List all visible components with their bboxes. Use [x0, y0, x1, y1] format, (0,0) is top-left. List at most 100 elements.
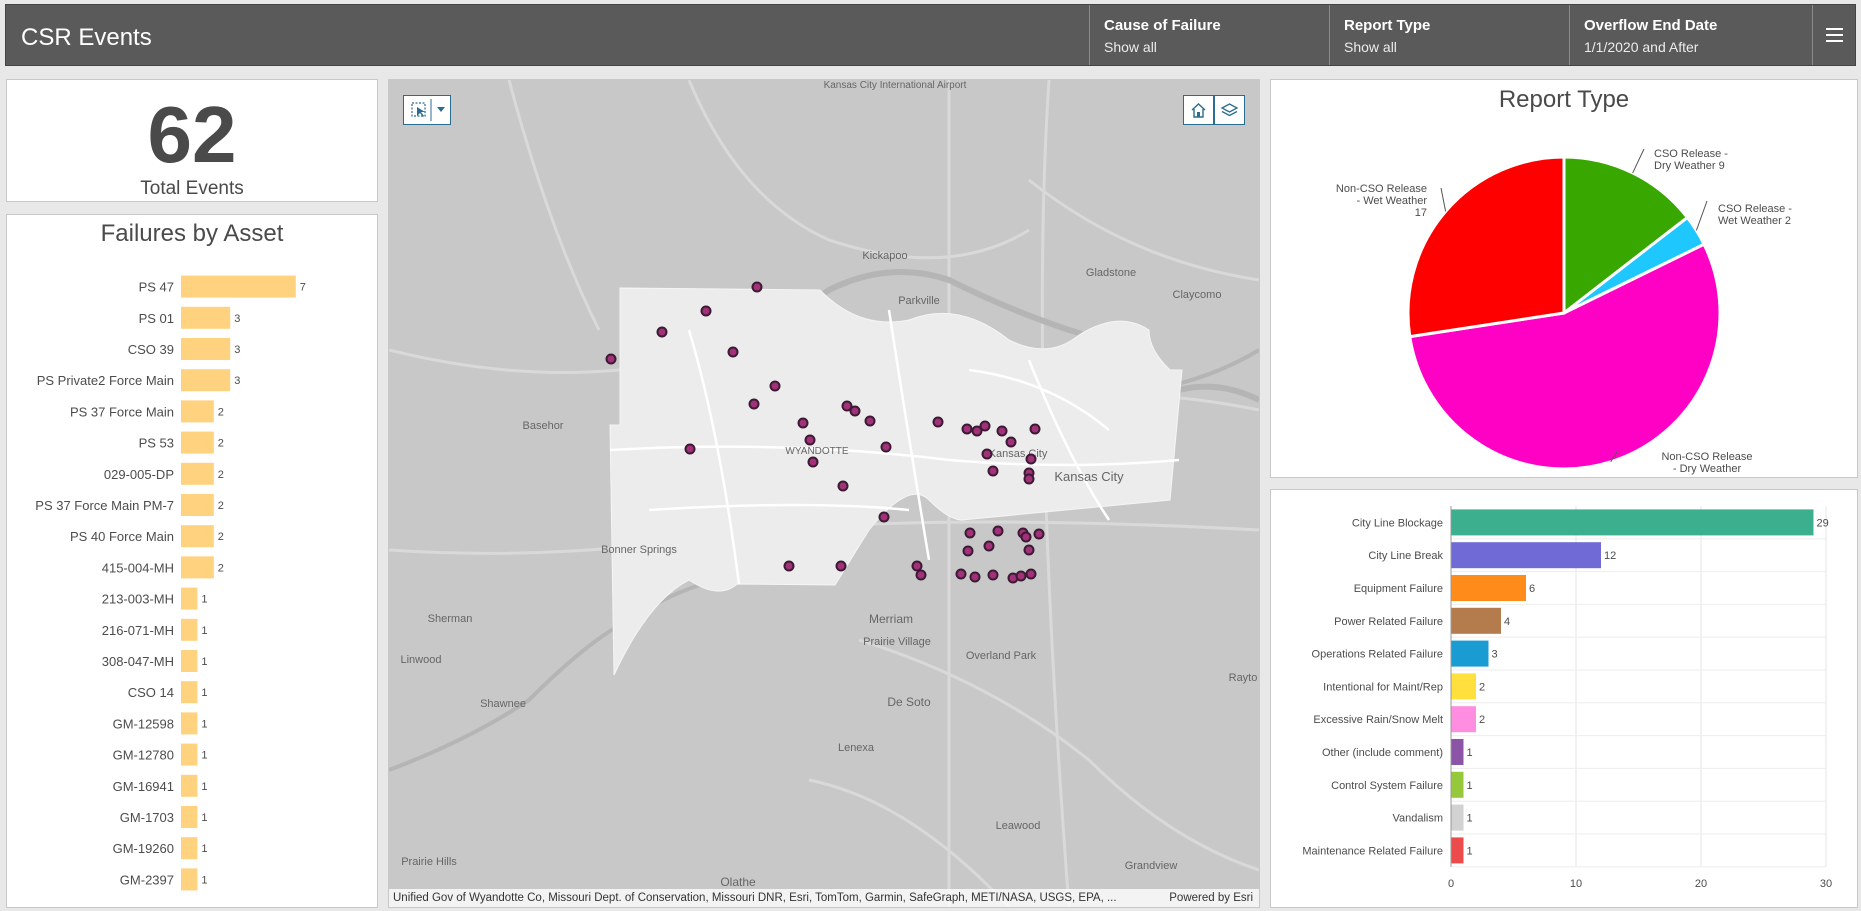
total-events-panel: 62 Total Events [6, 79, 378, 202]
cause-bar[interactable] [1451, 706, 1476, 733]
csr-event-point[interactable] [1029, 423, 1041, 435]
csr-event-point[interactable] [751, 281, 763, 293]
csr-event-point[interactable] [1023, 473, 1035, 485]
csr-event-point[interactable] [1020, 531, 1032, 543]
csr-event-point[interactable] [880, 441, 892, 453]
csr-event-point[interactable] [962, 545, 974, 557]
csr-event-point[interactable] [684, 443, 696, 455]
csr-event-point[interactable] [964, 527, 976, 539]
csr-event-point[interactable] [969, 571, 981, 583]
cause-bar[interactable] [1451, 607, 1501, 634]
map-attribution-text: Unified Gov of Wyandotte Co, Missouri De… [393, 892, 1117, 904]
csr-event-point[interactable] [983, 540, 995, 552]
cause-bar[interactable] [1451, 542, 1601, 569]
layers-icon[interactable] [1215, 96, 1244, 124]
asset-bar[interactable] [181, 868, 198, 891]
chevron-down-icon[interactable] [432, 96, 451, 124]
csr-event-point[interactable] [748, 398, 760, 410]
cause-bar[interactable] [1451, 640, 1489, 667]
csr-event-point[interactable] [700, 305, 712, 317]
report-type-selector[interactable]: Report Type Show all [1329, 5, 1569, 65]
asset-bar[interactable] [181, 431, 214, 454]
csr-event-point[interactable] [804, 434, 816, 446]
csr-event-point[interactable] [605, 353, 617, 365]
asset-bar-label: 308-047-MH [102, 654, 174, 669]
cause-bar-label: Equipment Failure [1354, 583, 1443, 595]
csr-event-point[interactable] [1015, 570, 1027, 582]
asset-bar[interactable] [181, 525, 214, 548]
cause-bar[interactable] [1451, 804, 1464, 831]
csr-event-point[interactable] [835, 560, 847, 572]
csr-event-point[interactable] [837, 480, 849, 492]
asset-bar-label: PS 37 Force Main [70, 404, 174, 419]
csr-event-point[interactable] [932, 416, 944, 428]
asset-bar[interactable] [181, 462, 214, 485]
csr-event-point[interactable] [1005, 436, 1017, 448]
map-place-label: Bonner Springs [601, 544, 677, 556]
asset-bar[interactable] [181, 369, 231, 392]
layers-button[interactable] [1214, 95, 1245, 125]
asset-bar[interactable] [181, 618, 198, 641]
powered-by-esri[interactable]: Powered by Esri [1169, 889, 1253, 907]
cause-bar[interactable] [1451, 837, 1464, 864]
asset-bar[interactable] [181, 743, 198, 766]
csr-event-point[interactable] [1033, 528, 1045, 540]
cause-of-failure-selector[interactable]: Cause of Failure Show all [1089, 5, 1329, 65]
cause-bar[interactable] [1451, 509, 1814, 536]
asset-bar-value: 2 [218, 500, 224, 512]
asset-bar[interactable] [181, 494, 214, 516]
csr-event-point[interactable] [996, 425, 1008, 437]
csr-event-point[interactable] [987, 569, 999, 581]
home-button[interactable] [1183, 95, 1214, 125]
asset-bar[interactable] [181, 681, 198, 704]
csr-event-point[interactable] [727, 346, 739, 358]
csr-event-point[interactable] [971, 425, 983, 437]
cause-bar[interactable] [1451, 739, 1464, 765]
cause-bar[interactable] [1451, 771, 1464, 798]
csr-event-point[interactable] [797, 417, 809, 429]
cause-bar-value: 29 [1817, 517, 1829, 529]
csr-event-point[interactable] [656, 326, 668, 338]
asset-bar[interactable] [181, 275, 296, 298]
csr-event-point[interactable] [1025, 453, 1037, 465]
csr-event-point[interactable] [955, 568, 967, 580]
asset-bar[interactable] [181, 338, 231, 360]
asset-bar[interactable] [181, 306, 231, 329]
asset-bar-label: CSO 39 [128, 342, 174, 357]
cause-bar-value: 1 [1467, 747, 1473, 759]
csr-event-point[interactable] [807, 456, 819, 468]
pie-slice[interactable] [1406, 155, 1566, 339]
csr-event-point[interactable] [1025, 568, 1037, 580]
csr-event-point[interactable] [961, 423, 973, 435]
overflow-end-date-selector[interactable]: Overflow End Date 1/1/2020 and After [1569, 5, 1814, 65]
asset-bar[interactable] [181, 806, 198, 828]
select-tool-group[interactable] [403, 95, 451, 125]
map-panel[interactable]: Kansas City International Airport Kickapo… [388, 79, 1260, 908]
cause-bar[interactable] [1451, 575, 1526, 601]
pie-slice-label: CSO Release - [1654, 148, 1728, 160]
csr-event-point[interactable] [911, 560, 923, 572]
asset-bar[interactable] [181, 650, 198, 672]
asset-bar[interactable] [181, 587, 198, 610]
csr-event-point[interactable] [987, 465, 999, 477]
asset-bar[interactable] [181, 712, 198, 735]
csr-event-point[interactable] [864, 415, 876, 427]
csr-event-point[interactable] [783, 560, 795, 572]
asset-bar[interactable] [181, 556, 214, 579]
cause-bar[interactable] [1451, 673, 1476, 700]
csr-event-point[interactable] [1023, 544, 1035, 556]
csr-event-point[interactable] [878, 511, 890, 523]
cause-bar-value: 1 [1467, 845, 1473, 857]
csr-event-point[interactable] [849, 405, 861, 417]
asset-bar[interactable] [181, 774, 198, 797]
csr-event-point[interactable] [769, 380, 781, 392]
map-canvas[interactable]: Kansas City International Airport Kickapo… [389, 80, 1259, 907]
csr-event-point[interactable] [981, 448, 993, 460]
map-place-label: Basehor [523, 420, 564, 432]
csr-event-point[interactable] [992, 525, 1004, 537]
asset-bar[interactable] [181, 400, 214, 423]
csr-event-point[interactable] [915, 569, 927, 581]
asset-bar[interactable] [181, 837, 198, 860]
hamburger-menu-icon[interactable] [1812, 5, 1855, 65]
home-icon[interactable] [1184, 96, 1213, 124]
